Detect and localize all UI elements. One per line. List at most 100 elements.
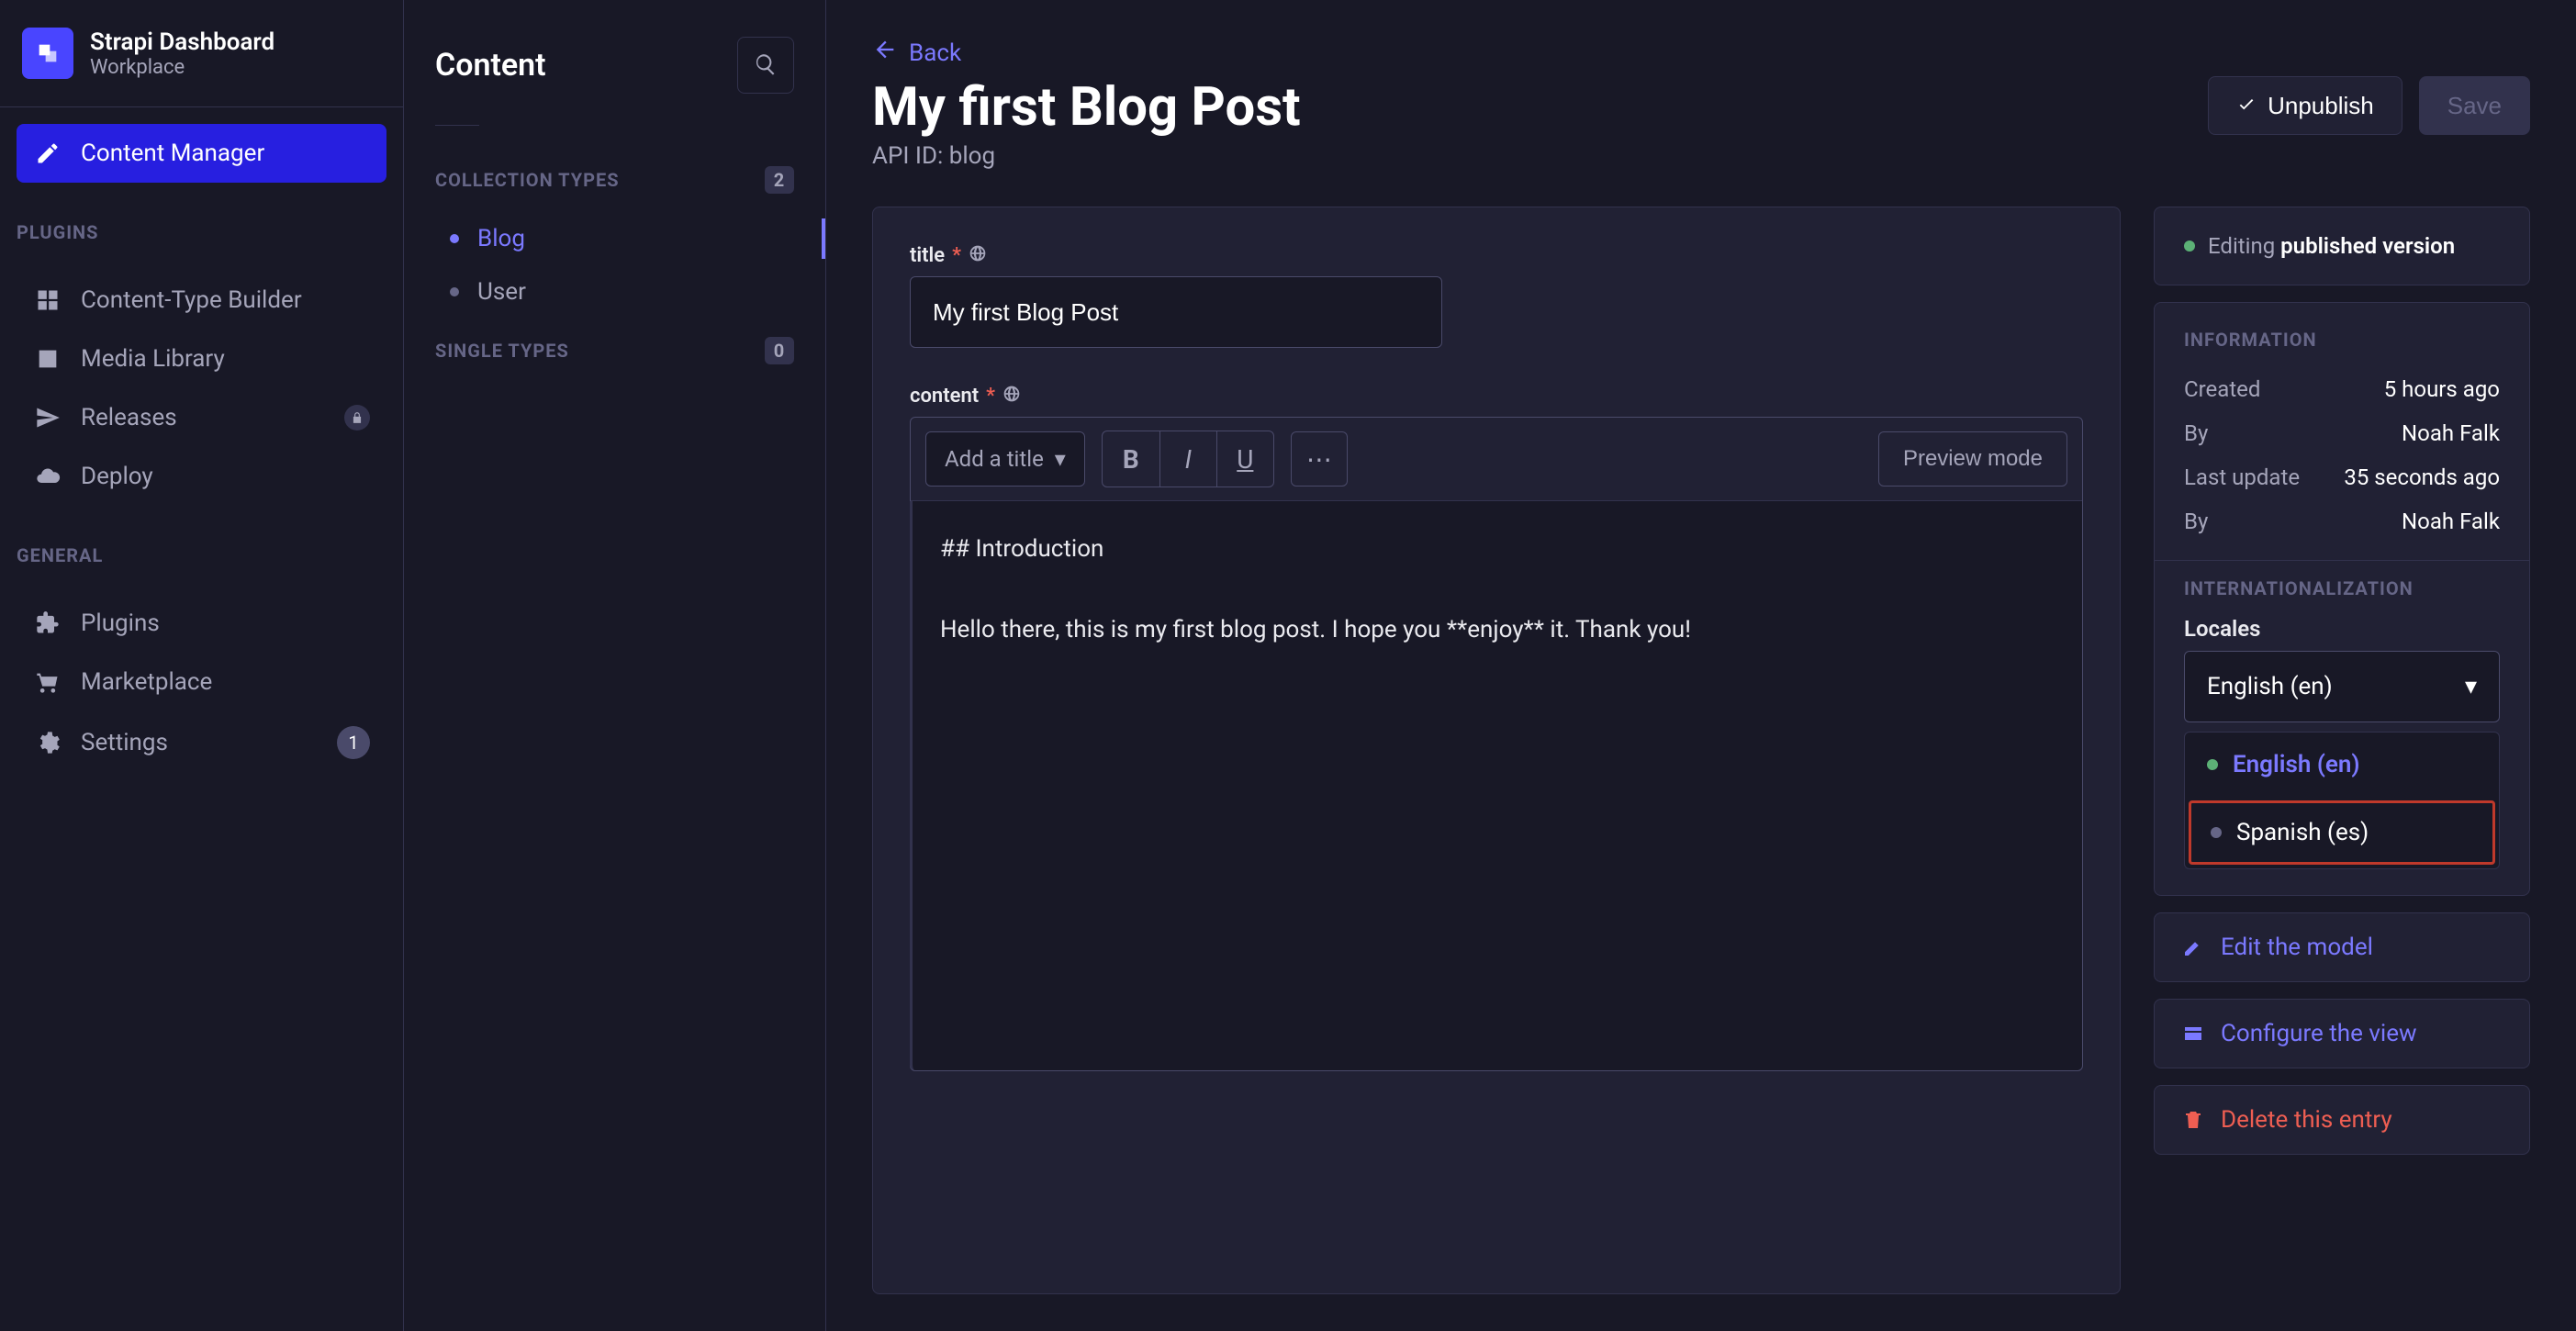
- italic-button[interactable]: I: [1159, 431, 1216, 487]
- nav-deploy[interactable]: Deploy: [17, 447, 386, 506]
- required-asterisk: *: [952, 244, 961, 267]
- info-updated-by: By Noah Falk: [2184, 499, 2500, 543]
- nav-marketplace[interactable]: Marketplace: [17, 653, 386, 711]
- nav-releases[interactable]: Releases: [17, 388, 386, 447]
- content-sidebar-title: Content: [435, 47, 546, 84]
- nav-section-general: GENERAL: [0, 522, 403, 577]
- sidebar-item-label: Blog: [477, 225, 525, 252]
- nav-label: Media Library: [81, 345, 225, 373]
- chevron-down-icon: ▾: [2465, 673, 2477, 700]
- grid-icon: [33, 285, 62, 315]
- nav-label: Plugins: [81, 610, 160, 637]
- nav-label: Content Manager: [81, 140, 264, 167]
- label-text: content: [910, 385, 979, 408]
- nav-media-library[interactable]: Media Library: [17, 330, 386, 388]
- locale-option-es[interactable]: Spanish (es): [2189, 800, 2495, 865]
- rich-text-editor: Add a title ▾ B I U ⋯: [910, 417, 2083, 1071]
- content-field-label: content *: [910, 385, 2083, 408]
- info-heading: INFORMATION: [2184, 329, 2500, 351]
- trash-icon: [2180, 1109, 2206, 1131]
- i18n-heading: INTERNATIONALIZATION: [2184, 577, 2500, 599]
- main-content: Back My first Blog Post API ID: blog Unp…: [826, 0, 2576, 1331]
- page-title: My first Blog Post: [872, 76, 1301, 139]
- nav-content-type-builder[interactable]: Content-Type Builder: [17, 271, 386, 330]
- divider: [435, 125, 479, 126]
- single-types-header[interactable]: SINGLE TYPES 0: [404, 324, 825, 377]
- select-label: Add a title: [945, 446, 1044, 472]
- more-tools-button[interactable]: ⋯: [1291, 431, 1348, 487]
- label-text: title: [910, 244, 945, 267]
- locale-selected: English (en): [2207, 673, 2333, 700]
- content-sidebar: Content COLLECTION TYPES 2 Blog User SIN…: [404, 0, 826, 1331]
- entry-side-panel: Editing published version INFORMATION Cr…: [2154, 207, 2530, 1294]
- nav-label: Deploy: [81, 463, 153, 490]
- title-input[interactable]: [910, 276, 1442, 348]
- bold-button[interactable]: B: [1103, 431, 1159, 487]
- cloud-icon: [33, 462, 62, 491]
- nav-content-manager[interactable]: Content Manager: [17, 124, 386, 183]
- required-asterisk: *: [986, 385, 995, 408]
- search-icon: [754, 52, 778, 79]
- nav-settings[interactable]: Settings 1: [17, 711, 386, 774]
- sidebar-item-user[interactable]: User: [404, 265, 825, 319]
- locale-option-label: English (en): [2233, 751, 2360, 778]
- paper-plane-icon: [33, 403, 62, 432]
- locale-dropdown: English (en) Spanish (es): [2184, 732, 2500, 869]
- check-icon: [2236, 92, 2257, 120]
- status-text: Editing published version: [2208, 233, 2455, 259]
- bullet-icon: [450, 234, 459, 243]
- globe-icon: [1002, 385, 1021, 408]
- action-label: Edit the model: [2221, 934, 2373, 961]
- back-link[interactable]: Back: [872, 37, 2530, 69]
- strapi-logo-icon: [22, 28, 73, 79]
- gear-icon: [33, 728, 62, 757]
- locale-select[interactable]: English (en) ▾: [2184, 651, 2500, 722]
- nav-label: Releases: [81, 404, 177, 431]
- heading-select[interactable]: Add a title ▾: [925, 431, 1085, 487]
- nav-label: Content-Type Builder: [81, 286, 302, 314]
- status-card: Editing published version: [2154, 207, 2530, 285]
- format-group: B I U: [1102, 431, 1274, 487]
- button-label: Unpublish: [2268, 92, 2374, 120]
- arrow-left-icon: [872, 37, 898, 69]
- pencil-icon: [33, 139, 62, 168]
- underline-button[interactable]: U: [1216, 431, 1273, 487]
- lock-icon: [344, 405, 370, 431]
- info-card: INFORMATION Created 5 hours ago By Noah …: [2154, 302, 2530, 896]
- save-button: Save: [2419, 76, 2530, 135]
- editor-textarea[interactable]: ## Introduction Hello there, this is my …: [910, 501, 2082, 1070]
- sidebar-item-blog[interactable]: Blog: [404, 212, 825, 265]
- group-label: COLLECTION TYPES: [435, 169, 620, 191]
- info-value: 5 hours ago: [2384, 376, 2500, 402]
- main-sidebar: Strapi Dashboard Workplace Content Manag…: [0, 0, 404, 1331]
- preview-mode-button[interactable]: Preview mode: [1878, 431, 2067, 487]
- search-button[interactable]: [737, 37, 794, 94]
- collection-count-badge: 2: [765, 166, 794, 194]
- group-label: SINGLE TYPES: [435, 340, 569, 362]
- api-id: API ID: blog: [872, 142, 1301, 170]
- editor-toolbar: Add a title ▾ B I U ⋯: [911, 418, 2082, 501]
- button-label: Save: [2447, 92, 2502, 120]
- nav-plugins[interactable]: Plugins: [17, 594, 386, 653]
- locale-option-en[interactable]: English (en): [2185, 733, 2499, 797]
- info-key: Last update: [2184, 464, 2300, 490]
- title-field-label: title *: [910, 244, 2083, 267]
- single-count-badge: 0: [765, 337, 794, 364]
- brand-subtitle: Workplace: [90, 56, 274, 79]
- dots-icon: ⋯: [1306, 444, 1332, 475]
- info-created: Created 5 hours ago: [2184, 367, 2500, 411]
- action-label: Delete this entry: [2221, 1106, 2392, 1134]
- status-dot-icon: [2211, 827, 2222, 838]
- edit-model-button[interactable]: Edit the model: [2154, 912, 2530, 982]
- locales-label: Locales: [2184, 616, 2500, 642]
- pencil-icon: [2180, 936, 2206, 958]
- unpublish-button[interactable]: Unpublish: [2208, 76, 2402, 135]
- status-dot-icon: [2184, 240, 2195, 252]
- nav-label: Settings: [81, 729, 168, 756]
- delete-entry-button[interactable]: Delete this entry: [2154, 1085, 2530, 1155]
- info-value: Noah Falk: [2402, 509, 2500, 534]
- settings-badge: 1: [337, 726, 370, 759]
- collection-types-header[interactable]: COLLECTION TYPES 2: [404, 153, 825, 207]
- nav-section-plugins: PLUGINS: [0, 199, 403, 254]
- configure-view-button[interactable]: Configure the view: [2154, 999, 2530, 1068]
